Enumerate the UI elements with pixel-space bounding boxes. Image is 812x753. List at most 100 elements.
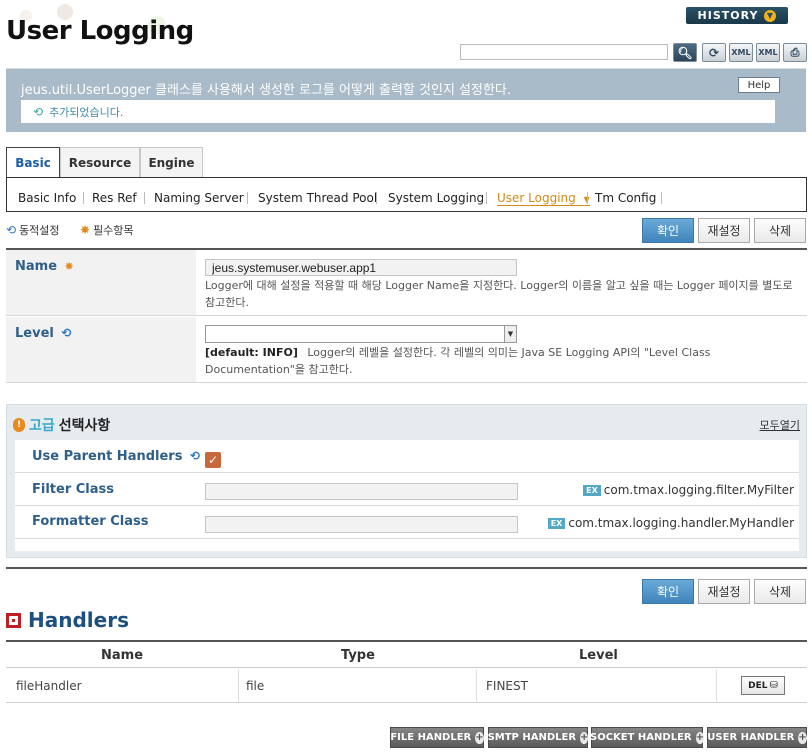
example-badge: EX	[547, 518, 566, 529]
level-default-value: [default: INFO]	[205, 346, 298, 359]
table-row: fileHandler file FINEST DEL ⛁	[6, 670, 807, 703]
subtab-system-thread-pool[interactable]: System Thread Pool	[258, 191, 377, 205]
delete-button[interactable]: 삭제	[754, 218, 806, 243]
subtab-res-ref[interactable]: Res Ref	[92, 191, 137, 205]
advanced-options-body: Use Parent Handlers ⟲ ✓ Filter Class EX c…	[15, 440, 799, 551]
import-xml-button[interactable]: XML	[756, 43, 780, 62]
page-title: User Logging	[6, 16, 194, 46]
dynamic-setting-icon: ⟲	[6, 223, 17, 237]
advanced-options-header[interactable]: ! 고급 선택사항	[13, 415, 110, 435]
name-label: Name ✸	[6, 250, 196, 315]
example-badge: EX	[583, 485, 601, 496]
use-parent-handlers-checkbox[interactable]: ✓	[205, 452, 221, 468]
search-icon: 🔍︎	[677, 45, 693, 60]
formatter-class-label: Formatter Class	[32, 514, 149, 529]
xml-export-icon: XML	[731, 48, 751, 57]
handler-level-cell: FINEST	[486, 679, 528, 693]
description-text: jeus.util.UserLogger 클래스를 사용해서 생성한 로그를 어…	[21, 83, 512, 98]
column-header-type: Type	[341, 648, 375, 663]
add-socket-handler-button[interactable]: SOCKET HANDLER +	[590, 727, 704, 748]
required-icon: ✸	[64, 260, 74, 273]
subtab-tm-config[interactable]: Tm Config	[595, 191, 656, 205]
plus-icon: +	[580, 731, 589, 744]
subtab-divider	[144, 192, 145, 204]
subtab-bar: Basic Info Res Ref Naming Server System …	[6, 177, 807, 212]
print-icon: ⎙	[790, 45, 800, 59]
history-label: HISTORY	[697, 9, 759, 22]
cell-divider	[238, 670, 239, 703]
tab-resource[interactable]: Resource	[60, 147, 140, 178]
tab-basic[interactable]: Basic	[6, 147, 60, 178]
level-label: Level ⟲	[6, 317, 196, 382]
formatter-class-row: Formatter Class EX com.tmax.logging.handl…	[15, 507, 799, 539]
legend-dynamic: ⟲ 동적설정	[6, 223, 60, 237]
confirm-button[interactable]: 확인	[642, 218, 694, 243]
plus-icon: +	[798, 731, 807, 744]
delete-icon: ⛁	[769, 680, 778, 691]
name-help-text: Logger에 대해 설정을 적용할 때 해당 Logger Name을 지정한…	[205, 279, 793, 309]
required-icon: ✸	[80, 223, 91, 237]
status-message: ⟲ 추가되었습니다.	[21, 100, 775, 123]
filter-class-input[interactable]	[205, 483, 518, 500]
filter-class-row: Filter Class EX com.tmax.logging.filter.M…	[15, 474, 799, 506]
chevron-down-icon: ▼	[504, 326, 516, 342]
use-parent-handlers-label: Use Parent Handlers ⟲	[32, 449, 201, 464]
handler-name-cell[interactable]: fileHandler	[16, 679, 82, 693]
use-parent-handlers-row: Use Parent Handlers ⟲ ✓	[15, 440, 799, 473]
search-input[interactable]	[460, 44, 668, 60]
refresh-button[interactable]: ⟳	[702, 43, 726, 62]
description-bar: jeus.util.UserLogger 클래스를 사용해서 생성한 로그를 어…	[6, 68, 806, 132]
reset-button[interactable]: 재설정	[698, 579, 750, 604]
column-header-level: Level	[579, 648, 618, 663]
level-select[interactable]: ▼	[205, 325, 517, 343]
history-button[interactable]: HISTORY ▼	[686, 7, 788, 24]
help-button[interactable]: Help	[738, 77, 780, 93]
handlers-table-header: Name Type Level	[6, 640, 807, 668]
confirm-button[interactable]: 확인	[642, 579, 694, 604]
main-tabs: Basic Resource Engine	[6, 147, 203, 178]
subtab-naming-server[interactable]: Naming Server	[154, 191, 244, 205]
handler-type-cell: file	[246, 679, 265, 693]
dynamic-setting-icon: ⟲	[189, 449, 201, 463]
subtab-divider	[587, 192, 588, 204]
plus-icon: +	[695, 731, 704, 744]
section-bullet-icon	[6, 612, 21, 628]
subtab-system-logging[interactable]: System Logging	[388, 191, 484, 205]
subtab-divider	[376, 192, 377, 204]
filter-class-label: Filter Class	[32, 482, 115, 497]
subtab-divider	[247, 192, 248, 204]
help-label: Help	[747, 79, 771, 91]
print-button[interactable]: ⎙	[783, 43, 807, 62]
advanced-title-accent: 고급	[29, 418, 55, 434]
tab-engine[interactable]: Engine	[140, 147, 203, 178]
delete-handler-button[interactable]: DEL ⛁	[741, 676, 785, 695]
formatter-class-input[interactable]	[205, 516, 518, 533]
subtab-user-logging[interactable]: User Logging ▼	[497, 191, 590, 206]
legend-required: ✸ 필수항목	[80, 223, 134, 237]
subtab-divider	[486, 192, 487, 204]
cell-divider	[716, 670, 717, 703]
warning-icon: !	[13, 418, 25, 432]
level-help: [default: INFO] Logger의 레벨을 설정한다. 각 레벨의 …	[205, 344, 797, 378]
dynamic-setting-icon: ⟲	[61, 326, 72, 340]
add-smtp-handler-button[interactable]: SMTP HANDLER +	[488, 727, 589, 748]
add-user-handler-button[interactable]: USER HANDLER +	[707, 727, 807, 748]
status-message-text: 추가되었습니다.	[49, 105, 124, 119]
column-header-name: Name	[101, 648, 144, 663]
reset-button[interactable]: 재설정	[698, 218, 750, 243]
subtab-basic-info[interactable]: Basic Info	[18, 191, 76, 205]
add-file-handler-button[interactable]: FILE HANDLER +	[390, 727, 484, 748]
filter-class-example: EX com.tmax.logging.filter.MyFilter	[583, 483, 794, 497]
name-row: Name ✸ Logger에 대해 설정을 적용할 때 해당 Logger Na…	[6, 250, 807, 316]
subtab-divider	[83, 192, 84, 204]
name-input[interactable]	[205, 259, 517, 276]
chevron-down-icon: ▼	[764, 9, 777, 22]
formatter-class-example: EX com.tmax.logging.handler.MyHandler	[547, 516, 794, 530]
cell-divider	[476, 670, 477, 703]
export-xml-button[interactable]: XML	[729, 43, 753, 62]
handlers-heading: Handlers	[6, 608, 129, 632]
delete-button[interactable]: 삭제	[754, 579, 806, 604]
search-button[interactable]: 🔍︎	[673, 43, 697, 62]
expand-all-link[interactable]: 모두열기	[760, 417, 800, 433]
section-divider	[6, 567, 807, 569]
